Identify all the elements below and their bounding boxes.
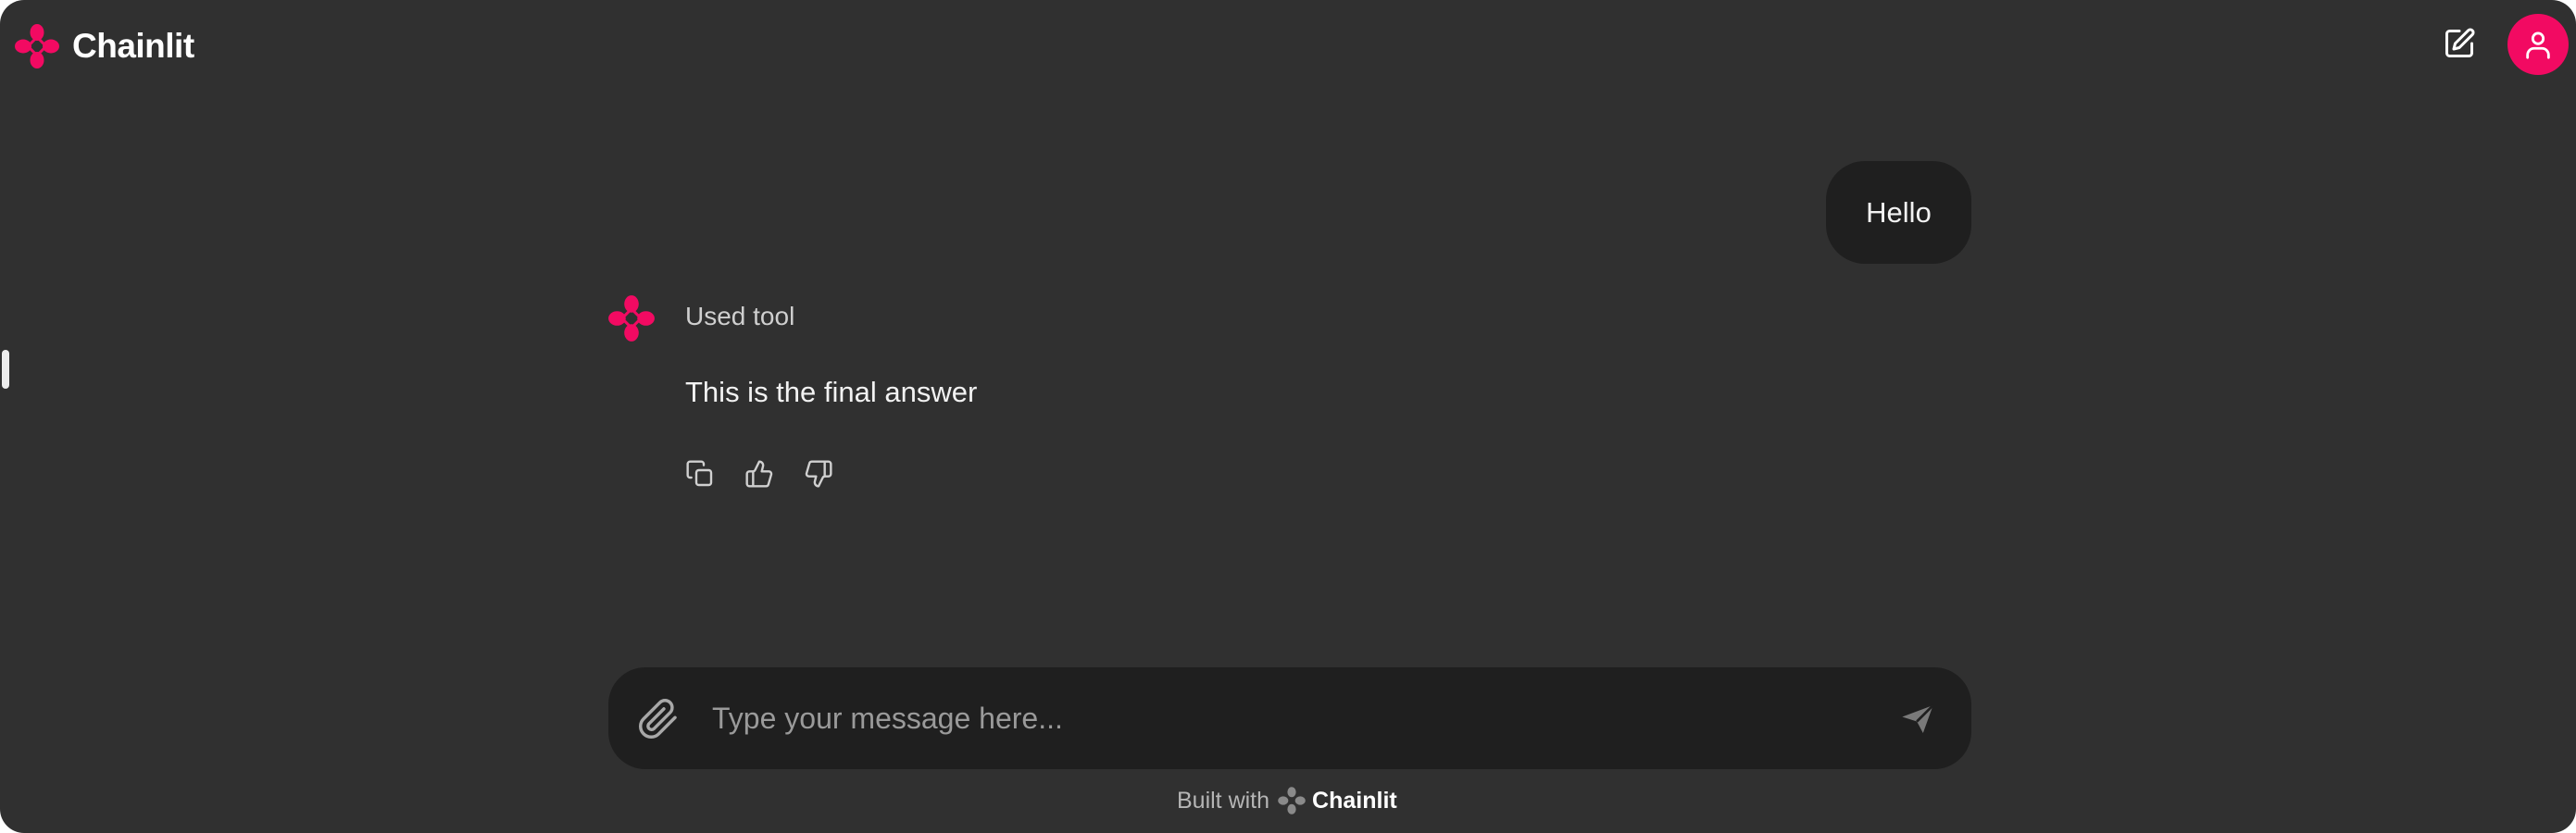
tool-step-toggle[interactable]: Used tool <box>685 298 794 335</box>
sidebar-resize-handle[interactable] <box>2 350 9 389</box>
user-menu-button[interactable] <box>2507 14 2569 75</box>
footer-brand-link[interactable]: Chainlit <box>1312 788 1397 814</box>
assistant-message: This is the final answer <box>685 376 978 408</box>
message-input[interactable] <box>712 690 1851 747</box>
chat-app: Chainlit Hello Used tool This is the fin… <box>0 0 2576 833</box>
send-button[interactable] <box>1897 699 1938 740</box>
chainlit-logo-icon <box>15 24 59 68</box>
footer-text: Built with <box>1177 787 1270 814</box>
attach-file-button[interactable] <box>636 697 681 741</box>
new-chat-button[interactable] <box>2441 25 2478 62</box>
footer: Built with Chainlit <box>1177 785 1397 816</box>
message-actions <box>683 457 835 491</box>
brand-name: Chainlit <box>72 27 194 65</box>
copy-button[interactable] <box>683 457 717 491</box>
user-message: Hello <box>1826 161 1971 264</box>
copy-icon <box>686 460 713 487</box>
thumbs-down-icon <box>805 460 832 488</box>
thumbs-up-button[interactable] <box>743 457 776 491</box>
message-composer <box>608 667 1971 769</box>
assistant-avatar-icon <box>608 295 655 342</box>
chainlit-footer-logo-icon <box>1278 787 1306 814</box>
thumbs-down-button[interactable] <box>802 457 835 491</box>
thumbs-up-icon <box>745 460 773 488</box>
new-chat-edit-icon <box>2445 28 2475 57</box>
send-icon <box>1902 704 1934 733</box>
brand: Chainlit <box>13 22 194 70</box>
user-icon <box>2526 31 2550 59</box>
paperclip-icon <box>639 699 677 739</box>
